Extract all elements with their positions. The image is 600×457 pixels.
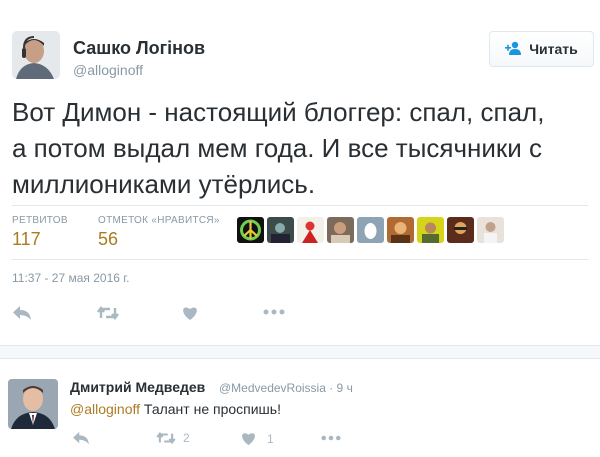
likes-count[interactable]: 56 (98, 229, 118, 250)
reply-author-avatar[interactable] (8, 379, 58, 429)
heart-icon (240, 431, 257, 446)
reply-more-button[interactable] (321, 435, 341, 441)
liker-avatar[interactable] (447, 217, 474, 243)
tweet-timestamp[interactable]: 11:37 - 27 мая 2016 г. (12, 271, 130, 285)
like-button[interactable] (181, 305, 199, 321)
tweet-line: а потом выдал мем года. И все тысячники … (12, 133, 543, 163)
likes-label[interactable]: ОТМЕТОК «НРАВИТСЯ» (98, 215, 220, 226)
retweet-button[interactable] (96, 305, 120, 321)
more-icon (321, 435, 341, 441)
liker-avatar[interactable] (297, 217, 324, 243)
retweets-count[interactable]: 117 (12, 229, 41, 250)
add-user-icon (505, 41, 523, 58)
divider (12, 259, 588, 260)
conversation-separator (0, 345, 600, 359)
liker-avatars (237, 217, 504, 243)
follow-button-label: Читать (529, 41, 578, 57)
follow-button[interactable]: Читать (489, 31, 594, 67)
reply-retweet-count: 2 (183, 431, 190, 445)
liker-avatar[interactable] (417, 217, 444, 243)
more-icon (263, 309, 285, 315)
egg-avatar[interactable] (357, 217, 384, 243)
tweet-line: Вот Димон - настоящий блоггер: спал, спа… (12, 97, 545, 127)
reply-like-button[interactable]: 1 (240, 431, 274, 446)
reply-author-handle[interactable]: @MedvedevRoissia · 9 ч (219, 381, 353, 395)
reply-like-count: 1 (267, 431, 274, 446)
reply-author-name[interactable]: Дмитрий Медведев (70, 379, 205, 395)
liker-avatar[interactable] (387, 217, 414, 243)
liker-avatar[interactable] (267, 217, 294, 243)
liker-avatar[interactable] (327, 217, 354, 243)
heart-icon (181, 305, 199, 321)
reply-text: @alloginoff Талант не проспишь! (70, 401, 281, 417)
author-handle[interactable]: @alloginoff (73, 62, 143, 78)
divider (12, 205, 588, 206)
reply-icon (12, 305, 32, 321)
liker-avatar[interactable] (237, 217, 264, 243)
reply-body: Талант не проспишь! (140, 401, 281, 417)
retweets-label[interactable]: РЕТВИТОВ (12, 215, 68, 226)
retweet-icon (96, 305, 120, 321)
reply-reply-button[interactable] (72, 431, 90, 445)
author-avatar[interactable] (12, 31, 60, 79)
reply-icon (72, 431, 90, 445)
tweet-text: Вот Димон - настоящий блоггер: спал, спа… (12, 94, 592, 202)
reply-retweet-button[interactable]: 2 (155, 431, 190, 445)
liker-avatar[interactable] (477, 217, 504, 243)
more-button[interactable] (263, 309, 285, 315)
tweet-line: миллиониками утёрлись. (12, 169, 316, 199)
retweet-icon (155, 431, 177, 445)
author-display-name[interactable]: Сашко Логінов (73, 38, 205, 59)
reply-button[interactable] (12, 305, 32, 321)
reply-mention-link[interactable]: @alloginoff (70, 401, 140, 417)
